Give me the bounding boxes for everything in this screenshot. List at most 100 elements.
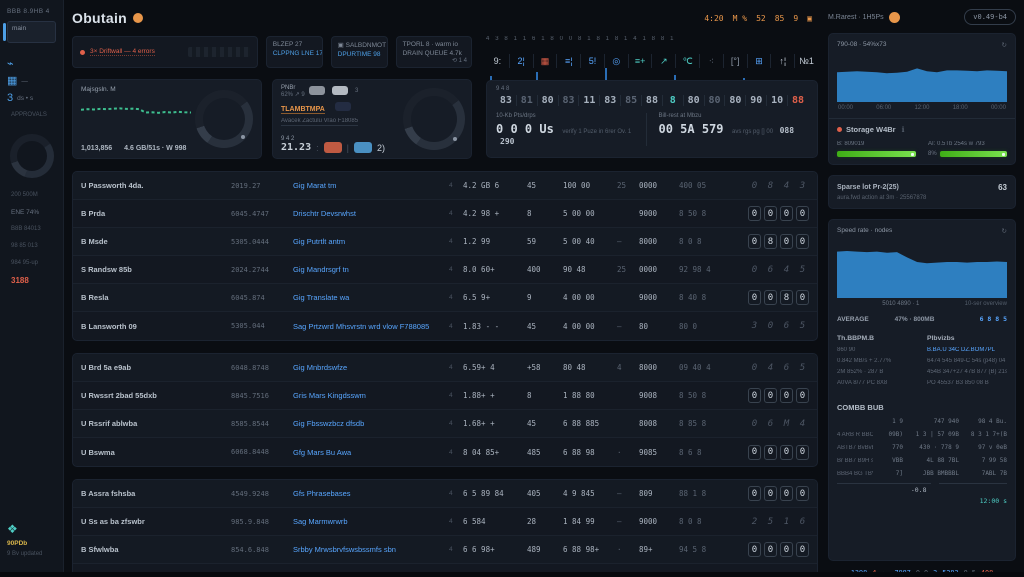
table-row[interactable]: B Sfwlwba 854.6.848 Srbby Mrwsbrvfswsbss… (73, 536, 817, 564)
row-trio: 8 50 8 (679, 391, 733, 400)
sidebar-item[interactable]: 984 95-up (7, 257, 56, 269)
table-row[interactable]: U Bswma 6068.8448 Gfg Mars Bu Awa 4 8 04… (73, 438, 817, 466)
kv-row[interactable]: 1 9 747 940 98 4 Bu. (837, 418, 1007, 425)
table-row[interactable]: S Randsw 85b 2024.2744 Gig Mandrsgrf tn … (73, 256, 817, 284)
info-card-value[interactable]: DPURTIME 98 (338, 51, 381, 58)
table-row[interactable]: U Rssrif ablwba 8585.8544 Gig Fbsswzbcz … (73, 410, 817, 438)
info-card-value[interactable]: CLPPNG LNE 170 (273, 50, 316, 57)
strip-icon[interactable]: ▦ (534, 54, 558, 68)
alert-card[interactable]: 3× Driftwall — 4 errors (72, 36, 258, 68)
table-section-2: U Brd 5a e9ab 6048.8748 Gig Mnbrdswfze 4… (72, 353, 818, 467)
table-row[interactable]: U Rwssrt 2bad 55dxb 8845.7516 Gris Mars … (73, 382, 817, 410)
table-row[interactable]: U Ss as ba zfswbr 985.9.848 Sag Marmwrwr… (73, 508, 817, 536)
row-link[interactable]: Gig Translate wa (293, 293, 449, 302)
row-n3: — (617, 237, 639, 246)
table-row[interactable]: B Assra fshsba 4549.9248 Gfs Phrasebases… (73, 480, 817, 508)
balancer-sub-link[interactable]: Avacek Zactulu Vrao F18085 (281, 118, 358, 126)
strip-icon[interactable]: ℃ (676, 54, 700, 68)
chip-gray[interactable] (309, 86, 325, 95)
stat-average-link[interactable]: 6 8 8 5 (980, 315, 1007, 323)
stat-average-value: 47% · 800MB (895, 316, 935, 323)
sidebar-item[interactable]: 98 85 013 (7, 240, 56, 252)
row-n4: 80 (639, 322, 679, 331)
info-card-2[interactable]: ▣ SALBDNMOT DPURTIME 98 (331, 36, 388, 68)
sidebar-item[interactable]: ENE 74% (7, 206, 56, 218)
table-row[interactable]: U Passworth 4da. 2019.27 Gig Marat tm 4 … (73, 172, 817, 200)
info-card-1[interactable]: BLZEP 27 CLPPNG LNE 170 (266, 36, 323, 68)
row-link[interactable]: Srbby Mrwsbrvfswsbssmfs sbn (293, 545, 449, 554)
chip-light[interactable] (332, 86, 348, 95)
strip-icon[interactable]: ⊞ (748, 54, 772, 68)
kv-row[interactable]: ABTB7 BvBvBB JMBF 770 430 · 778 9 97 v 0… (837, 444, 1007, 451)
row-link[interactable]: Gris Mars Kingdsswm (293, 391, 449, 400)
ratio-chip-blue[interactable] (354, 142, 372, 153)
kv-row[interactable]: Br BB7 B9H ssu BBVBTB VBB 4L 88 7BL 7 99… (837, 457, 1007, 464)
row-link[interactable]: Gig Fbsswzbcz dfsdb (293, 419, 449, 428)
info-card-3[interactable]: TPORL 8 · warm io DRAIN QUEUE 4.7k ⟲ 1 4 (396, 36, 472, 68)
row-link[interactable]: Gfs Phrasebases (293, 489, 449, 498)
table-row[interactable]: B Resla 6045.874 Gig Translate wa 4 6.5 … (73, 284, 817, 312)
row-link[interactable]: Brbrsba Mhbrsbs (293, 573, 449, 577)
sidebar-item[interactable]: ⌁ (7, 58, 56, 70)
row-n4: 809 (639, 489, 679, 498)
kv-label: ABTB7 BvBvBB JMBF (837, 445, 873, 451)
row-link[interactable]: Gig Marat tm (293, 181, 449, 190)
chart-caption-link[interactable]: 10-ser overview (965, 301, 1007, 307)
strip-icon[interactable]: [°] (724, 54, 748, 68)
strip-icon[interactable]: ⁖ (700, 54, 724, 68)
row-link[interactable]: Sag Prtzwrd Mhsvrstn wrd vlow F788085 (293, 322, 449, 331)
balancer-warning-link[interactable]: TLAMBTMPA (281, 106, 325, 114)
strip-icon[interactable]: ↑¦ (771, 54, 795, 68)
row-link[interactable]: Gig Putrtlt antm (293, 237, 449, 246)
workspace-selector[interactable]: main (7, 21, 56, 43)
chart-caption: 5010 4890 · 1 (882, 301, 919, 307)
sparse-title: Sparse lot Pr-2(25) (837, 184, 899, 191)
sidebar-item[interactable]: 3 ds • s (7, 92, 56, 104)
info-icon[interactable]: ℹ (902, 125, 905, 134)
sparse-card[interactable]: Sparse lot Pr-2(25) 63 aura.fwd action a… (828, 175, 1016, 209)
strip-icon[interactable]: №1 (795, 54, 818, 68)
header-metric: 85 (775, 14, 785, 23)
strip-icon[interactable]: ◎ (605, 54, 629, 68)
cluster-icon[interactable]: ❖ (7, 522, 56, 536)
numbers-row: 83818083118385888808080901088 (496, 95, 808, 106)
table-row[interactable]: U Brd 5a e9ab 6048.8748 Gig Mnbrdswfze 4… (73, 354, 817, 382)
kv-value-b: JBB BMBBBL (907, 470, 959, 477)
row-size: 6.59+ 4 (463, 363, 527, 372)
row-link[interactable]: Gig Mandrsgrf tn (293, 265, 449, 274)
kv-row[interactable]: 4 ARB R BBOM 09B) 1 3 | 57 09B 8 3 1 7+(… (837, 431, 1007, 438)
workspace-label: BBB 8.9HB 4 (7, 8, 56, 15)
row-link[interactable]: Gig Mnbrdswfze (293, 363, 449, 372)
chip-navy[interactable] (335, 102, 351, 111)
refresh-icon[interactable]: ↻ (1002, 41, 1007, 49)
row-link[interactable]: Drischtr Devsrwhst (293, 209, 449, 218)
table-row[interactable]: B Lansworth 09 5305.044 Sag Prtzwrd Mhsv… (73, 312, 817, 340)
sidebar-item[interactable]: 3188 (7, 274, 56, 286)
sidebar-item[interactable]: 200 500M (7, 189, 56, 201)
sidebar-item[interactable]: ▦ — (7, 75, 56, 87)
strip-icon[interactable]: ≡¦ (557, 54, 581, 68)
row-link[interactable]: Gfg Mars Bu Awa (293, 448, 449, 457)
refresh-icon[interactable]: ↻ (1002, 227, 1007, 235)
strip-icon[interactable]: 2¦ (510, 54, 534, 68)
sidebar-group-top: ⌁ ▦ — 3 ds • s APPROVALS (7, 53, 56, 126)
version-pill-button[interactable]: v0.49-b4 (964, 9, 1016, 25)
table-row[interactable]: B Mabwba 954.8.848 Brbrsba Mhbrsbs 4 1 8… (73, 564, 817, 577)
table-row[interactable]: B Msde 5305.0444 Gig Putrtlt antm 4 1.2 … (73, 228, 817, 256)
x-tick: 00:00 (838, 105, 853, 111)
strip-icon[interactable]: 5! (581, 54, 605, 68)
row-link[interactable]: Sag Marmwrwrb (293, 517, 449, 526)
column-row: 2M 852% · 287 B (837, 369, 917, 375)
avatar[interactable] (889, 12, 900, 23)
ratio-chip-red[interactable] (324, 142, 342, 153)
kv-row[interactable]: BBB4 BG TBVBBVBBBJBBAL 7] JBB BMBBBL 7AB… (837, 470, 1007, 477)
sidebar-item[interactable]: APPROVALS (7, 109, 56, 121)
alert-text[interactable]: 3× Driftwall — 4 errors (90, 48, 155, 56)
strip-icon[interactable]: ↗ (652, 54, 676, 68)
table-row[interactable]: B Prda 6045.4747 Drischtr Devsrwhst 4 4.… (73, 200, 817, 228)
row-n4: 9085 (639, 448, 679, 457)
strip-icon[interactable]: 9: (486, 54, 510, 68)
provider-link[interactable]: B.BA.U 34C DZ.BOM7PL (927, 347, 1007, 353)
strip-icon[interactable]: ≡+ (629, 54, 653, 68)
sidebar-item[interactable]: B8B 84013 (7, 223, 56, 235)
